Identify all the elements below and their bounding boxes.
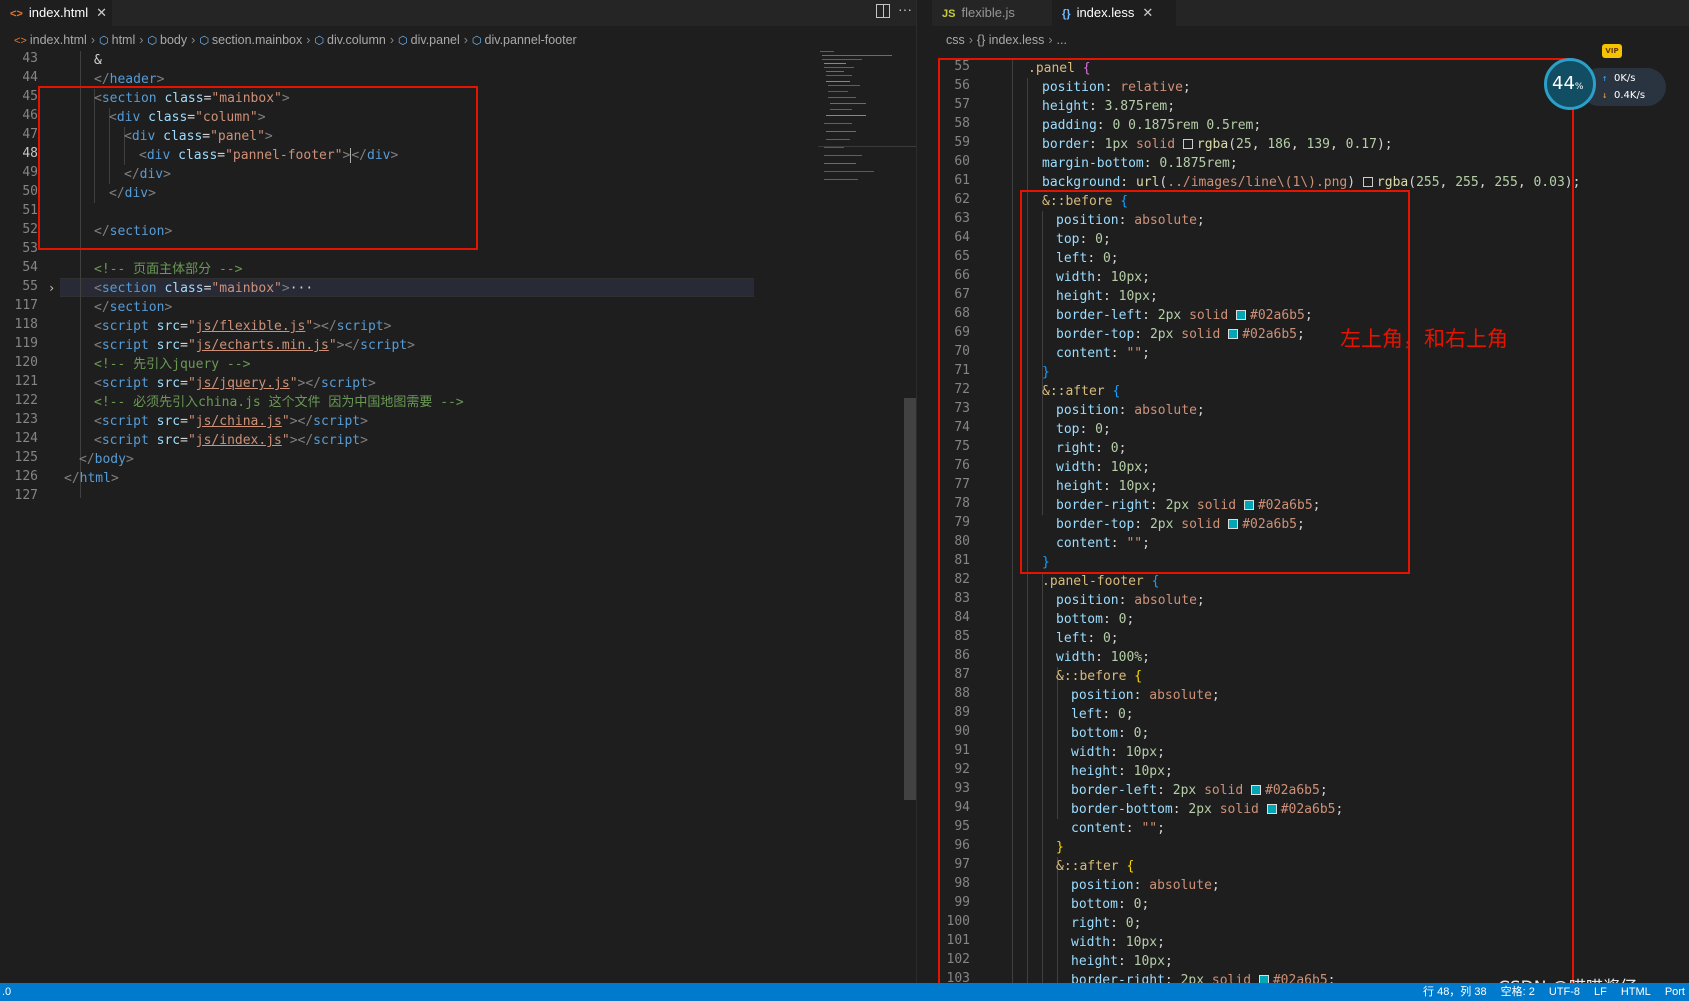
breadcrumb-item[interactable]: ⬡ div.panel: [398, 33, 460, 47]
watermark: CSDN @喵喵酱仔: [1498, 973, 1637, 983]
status-item[interactable]: 行 48，列 38: [1423, 986, 1487, 998]
less-file-icon: {}: [1062, 8, 1071, 20]
tab-label: flexible.js: [961, 5, 1015, 20]
fold-chevron-icon[interactable]: ›: [48, 279, 55, 298]
upload-speed: 0K/s: [1614, 73, 1636, 84]
breadcrumb-item[interactable]: ⬡ div.column: [314, 33, 385, 47]
highlight-box-corners: [1020, 190, 1410, 574]
status-items: 行 48，列 38 空格: 2 UTF-8 LF HTML Port: [1409, 983, 1685, 1001]
gauge-percent: 44: [1552, 73, 1575, 94]
close-icon[interactable]: ✕: [96, 5, 107, 20]
network-speed-widget[interactable]: 44% ↑ 0K/s ↓ 0.4K/s VIP: [1544, 44, 1674, 110]
close-icon[interactable]: ✕: [1142, 5, 1153, 20]
element-icon: ⬡: [199, 35, 209, 47]
element-icon: ⬡: [314, 35, 325, 47]
breadcrumb-item[interactable]: ⬡ html: [99, 33, 135, 47]
left-scrollbar[interactable]: [904, 398, 916, 800]
status-bar: .0 行 48，列 38 空格: 2 UTF-8 LF HTML Port: [0, 983, 1689, 1001]
tab-label: index.less: [1076, 5, 1135, 20]
download-speed: 0.4K/s: [1614, 90, 1646, 101]
right-editor-pane: JS flexible.js {} index.less ✕ css ›{} index…: [932, 0, 1689, 983]
vip-crown-icon: VIP: [1602, 44, 1622, 58]
more-icon[interactable]: ···: [898, 1, 912, 17]
html-file-icon: <>: [10, 8, 23, 20]
tab-index-less[interactable]: {} index.less ✕: [1052, 0, 1176, 26]
breadcrumb-item[interactable]: ⬡ body: [147, 33, 187, 47]
annotation-text: 左上角，和右上角: [1340, 327, 1508, 351]
right-tab-bar: JS flexible.js {} index.less ✕: [932, 0, 1689, 26]
left-tab-bar: <> index.html ✕ ···: [0, 0, 916, 26]
status-item[interactable]: LF: [1594, 986, 1607, 998]
minimap[interactable]: [818, 51, 898, 191]
breadcrumb-item[interactable]: <> index.html: [14, 33, 87, 47]
breadcrumb-item[interactable]: ⬡ section.mainbox: [199, 33, 302, 47]
tab-index-html[interactable]: <> index.html ✕: [0, 0, 112, 26]
element-icon: ⬡: [398, 35, 408, 47]
breadcrumb: css ›{} index.less ›...: [946, 33, 1067, 47]
element-icon: ⬡: [99, 35, 109, 47]
split-editor-icon[interactable]: [876, 4, 890, 18]
status-left[interactable]: .0: [2, 983, 11, 1001]
status-item[interactable]: HTML: [1621, 986, 1651, 998]
js-file-icon: JS: [942, 8, 956, 20]
tab-label: index.html: [28, 5, 89, 20]
tab-flexible-js[interactable]: JS flexible.js: [932, 0, 1048, 26]
left-editor-pane: <> index.html ✕ ··· <> index.html › ⬡ html › ⬡ bo…: [0, 0, 916, 983]
breadcrumb-item[interactable]: ...: [1057, 33, 1067, 47]
status-item[interactable]: UTF-8: [1549, 986, 1580, 998]
element-icon: ⬡: [471, 35, 482, 47]
status-item[interactable]: Port: [1665, 986, 1685, 998]
editor-splitter[interactable]: [916, 0, 933, 983]
html-file-icon: <>: [14, 35, 27, 47]
breadcrumb-item[interactable]: css: [946, 33, 965, 47]
breadcrumb-item[interactable]: ⬡ div.pannel-footer: [472, 33, 577, 47]
upload-arrow-icon: ↑: [1602, 74, 1608, 84]
highlight-box-html: [38, 86, 478, 250]
element-icon: ⬡: [147, 35, 158, 47]
status-item[interactable]: 空格: 2: [1501, 986, 1535, 998]
breadcrumb-item[interactable]: {} index.less: [977, 33, 1044, 47]
download-arrow-icon: ↓: [1602, 91, 1608, 101]
breadcrumb: <> index.html › ⬡ html › ⬡ body › ⬡ section.mainbo…: [14, 33, 577, 47]
